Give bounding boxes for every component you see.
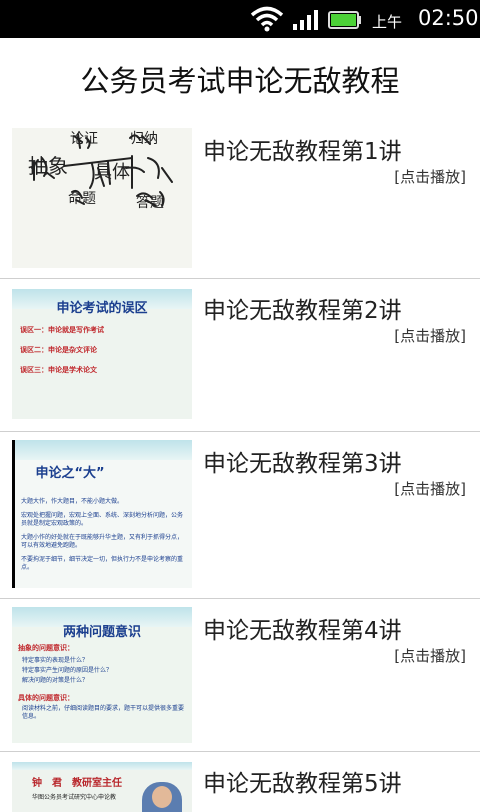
slide-line: 具体的问题意识： <box>18 694 74 702</box>
slide-line: 大题大作，作大题目，不能小题大做。 <box>21 498 124 505</box>
slide-title: 申论之“大” <box>35 466 105 481</box>
thumb-word: 归纳 <box>130 131 158 147</box>
lecture-thumbnail: 申论考试的误区 误区一：申论就是写作考试 误区二：申论是杂文评论 误区三：申论是… <box>12 289 192 419</box>
play-link[interactable]: [点击播放] <box>394 478 466 499</box>
slide-line: 误区一：申论就是写作考试 <box>20 326 104 334</box>
list-item[interactable]: 申论考试的误区 误区一：申论就是写作考试 误区二：申论是杂文评论 误区三：申论是… <box>0 279 480 432</box>
person-photo <box>142 782 182 812</box>
slide-line: 特定事实的表现是什么？ <box>22 657 89 664</box>
lecture-title: 申论无敌教程第5讲 <box>203 771 402 797</box>
slide-line: 误区二：申论是杂文评论 <box>20 346 97 354</box>
lecture-thumbnail: 两种问题意识 抽象的问题意识： 特定事实的表现是什么？ 特定事实产生问题的原因是… <box>12 607 192 743</box>
slide-line: 解决问题的对策是什么？ <box>22 677 89 684</box>
status-clock: 02:50 <box>418 6 479 30</box>
slide-title: 钟 君 教研室主任 <box>32 778 122 789</box>
lecture-title: 申论无敌教程第2讲 <box>203 298 402 324</box>
lecture-thumbnail: 钟 君 教研室主任 华图公务员考试研究中心申论教 <box>12 762 192 812</box>
slide-line: 特定事实产生问题的原因是什么？ <box>22 667 113 674</box>
slide-title: 申论考试的误区 <box>56 301 148 316</box>
slide-title: 两种问题意识 <box>62 625 141 640</box>
thumb-word: 论证 <box>70 131 98 147</box>
slide-line: 误区三：申论是学术论文 <box>20 366 97 374</box>
lecture-thumbnail: 申论之“大” 大题大作，作大题目，不能小题大做。 宏观处把握问题，宏观上全面、系… <box>12 440 192 588</box>
signal-icon <box>292 9 320 35</box>
play-link[interactable]: [点击播放] <box>394 325 466 346</box>
app-header: 公务员考试申论无敌教程 <box>0 38 480 121</box>
lecture-list: 抽象 具体 论证 归纳 命题 答题 申论无敌教程第1讲 [点击播放] 申论考试的… <box>0 120 480 812</box>
thumb-word: 具体 <box>94 162 130 183</box>
play-link[interactable]: [点击播放] <box>394 645 466 666</box>
lecture-title: 申论无敌教程第1讲 <box>203 139 402 165</box>
lecture-title: 申论无敌教程第3讲 <box>203 451 402 477</box>
slide-line: 大题小作的好处就在于既能够升华主题，又有利于抓得分点，可以有效地避免跑题。 <box>21 534 184 549</box>
list-item[interactable]: 两种问题意识 抽象的问题意识： 特定事实的表现是什么？ 特定事实产生问题的原因是… <box>0 599 480 752</box>
lecture-title: 申论无敌教程第4讲 <box>203 618 402 644</box>
lecture-thumbnail: 抽象 具体 论证 归纳 命题 答题 <box>12 128 192 268</box>
thumb-word: 命题 <box>68 191 96 207</box>
play-link[interactable]: [点击播放] <box>394 166 466 187</box>
status-bar: 上午 02:50 <box>0 0 480 38</box>
list-item[interactable]: 申论之“大” 大题大作，作大题目，不能小题大做。 宏观处把握问题，宏观上全面、系… <box>0 432 480 599</box>
page-title: 公务员考试申论无敌教程 <box>80 64 400 98</box>
list-item[interactable]: 钟 君 教研室主任 华图公务员考试研究中心申论教 申论无敌教程第5讲 <box>0 752 480 812</box>
thumb-word: 抽象 <box>28 154 68 178</box>
status-ampm: 上午 <box>372 13 403 31</box>
slide-line: 阅读材料之前，仔细阅读题目的要求，题干可以提供很多重要信息。 <box>22 705 185 720</box>
wifi-icon <box>250 6 284 36</box>
thumb-word: 答题 <box>136 195 164 211</box>
slide-line: 不要拘泥于细节，细节决定一切，但执行力不是申论考察的重点。 <box>21 556 184 571</box>
battery-icon <box>328 10 362 34</box>
slide-line: 抽象的问题意识： <box>18 644 74 652</box>
list-item[interactable]: 抽象 具体 论证 归纳 命题 答题 申论无敌教程第1讲 [点击播放] <box>0 120 480 279</box>
slide-line: 宏观处把握问题，宏观上全面、系统、深刻地分析问题，公务员就是制定宏观政策的。 <box>21 512 184 527</box>
